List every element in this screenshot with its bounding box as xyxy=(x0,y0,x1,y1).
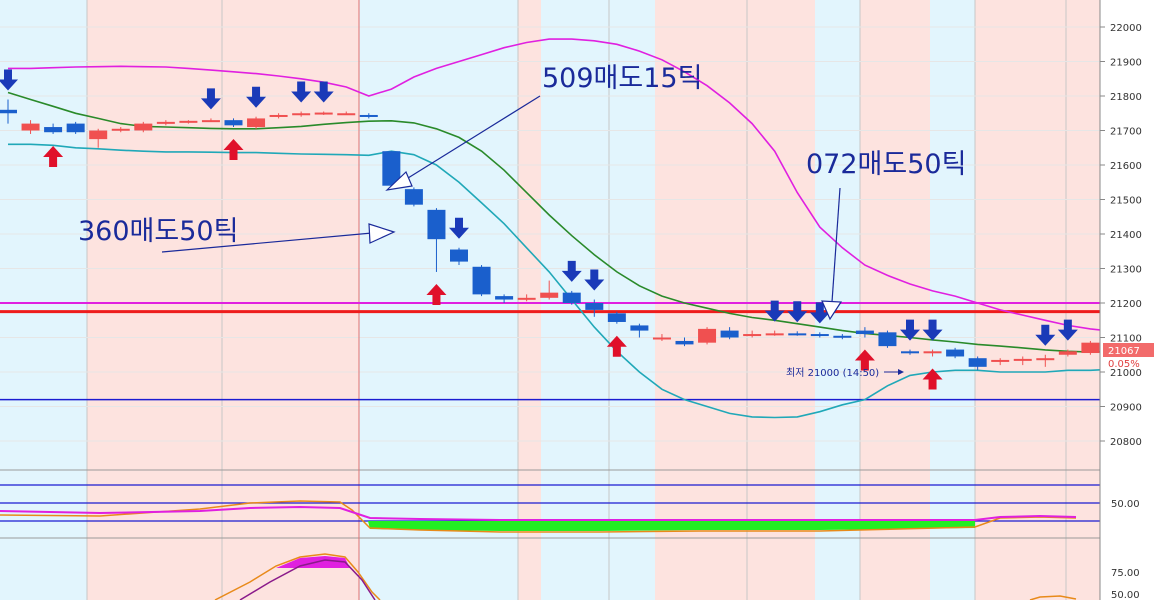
candle-body-25 xyxy=(562,292,581,303)
candle-body-34 xyxy=(765,333,784,336)
candle-body-28 xyxy=(630,325,649,331)
y-tick-label-3: 21700 xyxy=(1110,127,1142,138)
annotation-360: 360매도50틱 xyxy=(78,216,238,247)
candle-body-10 xyxy=(224,120,243,126)
candle-body-4 xyxy=(89,130,108,140)
candle-body-19 xyxy=(427,209,446,240)
candle-body-14 xyxy=(314,112,333,115)
change-percent-label: 0.05% xyxy=(1108,359,1140,370)
y-tick-label-0: 22000 xyxy=(1110,23,1142,34)
candle-body-21 xyxy=(472,266,491,295)
candle-body-0 xyxy=(0,109,17,114)
y-tick-label-1: 21900 xyxy=(1110,58,1142,69)
candle-body-7 xyxy=(156,121,175,124)
candle-body-27 xyxy=(607,313,626,322)
trading-chart: 509매도15틱 360매도50틱 072매도50틱 최저 21000 (14:… xyxy=(0,0,1154,600)
candle-body-22 xyxy=(495,296,514,300)
candle-body-44 xyxy=(991,359,1010,362)
candle-body-35 xyxy=(788,333,807,336)
y-tick-label-7: 21300 xyxy=(1110,265,1142,276)
sub1-tick-label: 50.00 xyxy=(1111,499,1140,510)
candle-body-31 xyxy=(698,328,717,343)
session-band-9 xyxy=(975,0,1100,600)
annotation-509: 509매도15틱 xyxy=(542,63,702,94)
y-tick-label-4: 21600 xyxy=(1110,161,1142,172)
session-band-7 xyxy=(860,0,930,600)
candle-body-23 xyxy=(517,297,536,300)
session-band-0 xyxy=(0,0,87,600)
low-price-label: 최저 21000 (14:50) xyxy=(786,367,879,379)
candle-body-11 xyxy=(247,118,266,128)
candle-body-46 xyxy=(1036,358,1055,361)
candle-body-43 xyxy=(968,358,987,367)
candle-body-39 xyxy=(878,332,897,347)
candle-body-3 xyxy=(66,123,85,133)
candle-body-24 xyxy=(540,292,559,298)
candle-body-42 xyxy=(946,349,965,357)
candle-body-8 xyxy=(179,120,198,123)
candle-body-47 xyxy=(1058,351,1077,355)
candle-body-41 xyxy=(923,351,942,354)
candle-body-9 xyxy=(201,120,220,123)
y-tick-label-12: 20800 xyxy=(1110,437,1142,448)
candle-body-29 xyxy=(652,337,671,340)
price-tag-label: 21067 xyxy=(1108,346,1140,357)
candle-body-12 xyxy=(269,114,288,117)
candle-body-38 xyxy=(855,330,874,335)
candle-body-2 xyxy=(44,127,63,133)
candle-body-1 xyxy=(21,123,40,131)
candle-body-5 xyxy=(111,128,130,131)
candle-body-36 xyxy=(810,334,829,337)
y-tick-label-6: 21400 xyxy=(1110,230,1142,241)
candle-body-40 xyxy=(901,351,919,354)
candle-body-16 xyxy=(359,114,378,117)
y-tick-label-8: 21200 xyxy=(1110,299,1142,310)
candle-body-30 xyxy=(675,340,694,345)
sub2-tick-label-1: 50.00 xyxy=(1111,590,1140,600)
candle-body-45 xyxy=(1013,358,1032,361)
candle-body-37 xyxy=(833,335,852,338)
candle-body-26 xyxy=(585,303,604,310)
candle-body-13 xyxy=(292,113,311,116)
annotation-072: 072매도50틱 xyxy=(806,149,966,180)
candle-body-18 xyxy=(404,189,423,205)
candle-body-48 xyxy=(1081,342,1100,354)
y-tick-label-2: 21800 xyxy=(1110,92,1142,103)
y-tick-label-11: 20900 xyxy=(1110,403,1142,414)
candle-body-6 xyxy=(134,123,153,131)
session-band-6 xyxy=(815,0,860,600)
session-band-3 xyxy=(518,0,541,600)
y-tick-label-5: 21500 xyxy=(1110,196,1142,207)
y-tick-label-9: 21100 xyxy=(1110,334,1142,345)
candle-body-32 xyxy=(720,330,739,338)
candle-body-15 xyxy=(337,113,356,116)
candle-body-33 xyxy=(743,334,762,337)
sub2-tick-label-0: 75.00 xyxy=(1111,568,1140,579)
candle-body-20 xyxy=(450,249,468,262)
